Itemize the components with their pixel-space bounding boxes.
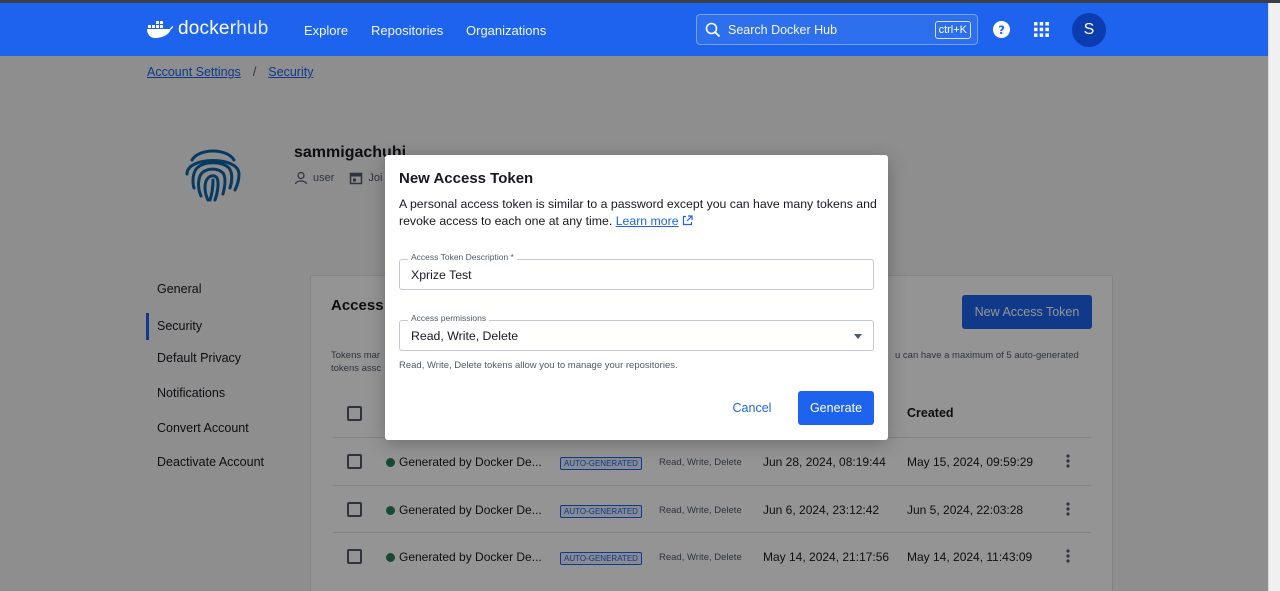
description-field-label: Access Token Description * [408, 252, 517, 262]
permissions-field-label: Access permissions [408, 313, 490, 323]
top-navbar: dockerhub Explore Repositories Organizat… [0, 3, 1268, 56]
docker-whale-icon [147, 21, 173, 38]
access-token-description-field[interactable]: Access Token Description * Xprize Test [399, 252, 874, 290]
help-icon[interactable]: ? [992, 20, 1011, 39]
cancel-button[interactable]: Cancel [722, 391, 782, 425]
search-placeholder: Search Docker Hub [728, 23, 838, 37]
permissions-helper-text: Read, Write, Delete tokens allow you to … [399, 360, 678, 371]
docker-hub-logo[interactable]: dockerhub [146, 18, 269, 40]
logo-text-docker: docker [178, 18, 237, 39]
search-shortcut-hint: ctrl+K [934, 21, 971, 39]
chevron-down-icon[interactable] [854, 334, 862, 339]
learn-more-link[interactable]: Learn more [616, 214, 679, 228]
external-link-icon[interactable] [682, 215, 693, 226]
nav-repositories[interactable]: Repositories [371, 23, 443, 38]
svg-text:?: ? [998, 23, 1005, 37]
permissions-field-value: Read, Write, Delete [411, 329, 519, 343]
new-access-token-dialog: New Access Token A personal access token… [385, 155, 888, 440]
generate-button[interactable]: Generate [798, 391, 874, 425]
logo-text-hub: hub [236, 18, 269, 39]
dialog-description: A personal access token is similar to a … [399, 196, 879, 230]
access-permissions-select[interactable]: Access permissions Read, Write, Delete [399, 313, 874, 351]
search-input[interactable]: Search Docker Hub ctrl+K [696, 14, 978, 45]
description-field-value[interactable]: Xprize Test [411, 268, 472, 282]
nav-explore[interactable]: Explore [304, 23, 348, 38]
user-avatar[interactable]: S [1072, 13, 1106, 47]
nav-organizations[interactable]: Organizations [466, 23, 546, 38]
dialog-title: New Access Token [399, 170, 534, 187]
page-scrollbar[interactable] [1268, 3, 1280, 591]
apps-grid-icon[interactable] [1034, 22, 1049, 37]
search-icon [705, 22, 721, 38]
